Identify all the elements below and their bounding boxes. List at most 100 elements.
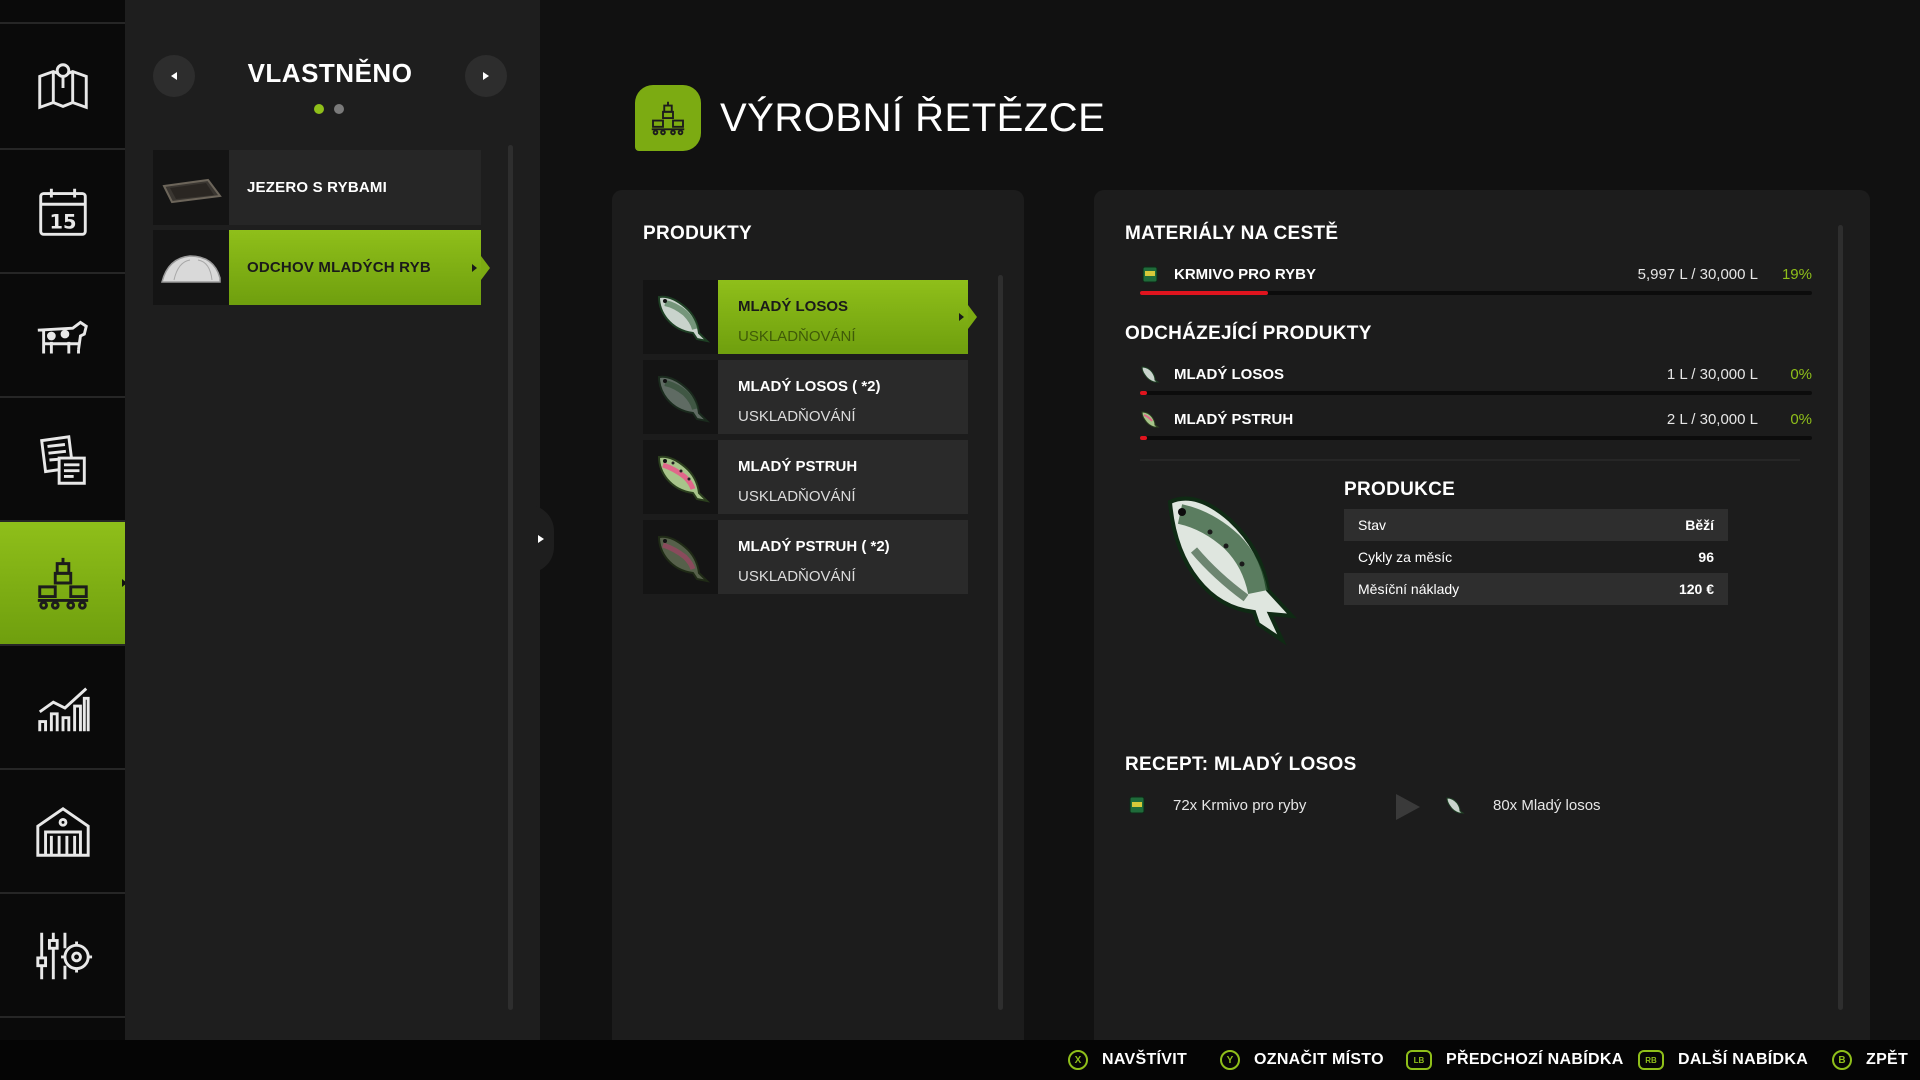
product-state: USKLADŇOVÁNÍ [738, 408, 856, 425]
fish-food-icon [1142, 266, 1158, 283]
bar-fill [1140, 291, 1268, 295]
salmon-icon [1446, 797, 1465, 814]
nav-divider [0, 396, 125, 398]
stat-row-cycles: Cykly za měsíc 96 [1344, 541, 1728, 573]
gamepad-lb-icon: LB [1406, 1050, 1432, 1070]
recipe-output: 80x Mladý losos [1493, 797, 1601, 814]
nav-item-statistics[interactable] [0, 647, 125, 769]
stat-value: Běží [1685, 517, 1714, 533]
triangle-right-icon [483, 72, 489, 80]
nav-item-buildings[interactable] [0, 771, 125, 893]
product-thumbnail [643, 520, 718, 594]
nav-divider [0, 272, 125, 274]
list-item-fish-lake[interactable]: JEZERO S RYBAMI [153, 150, 481, 225]
young-salmon-icon [1167, 496, 1297, 646]
outgoing-name: MLADÝ PSTRUH [1174, 411, 1294, 428]
nav-divider [0, 1016, 125, 1018]
hint-next-menu[interactable]: RB DALŠÍ NABÍDKA [1638, 1050, 1808, 1070]
calendar-icon: 15 [38, 188, 87, 236]
nav-item-contracts[interactable] [0, 399, 125, 521]
material-percent: 19% [1781, 266, 1812, 283]
contracts-icon [39, 435, 86, 485]
triangle-left-icon [171, 72, 177, 80]
nav-divider [0, 148, 125, 150]
outgoing-amount: 1 L / 30,000 L [1666, 366, 1758, 383]
product-thumbnail [643, 280, 718, 354]
salmon-icon [657, 375, 710, 423]
outgoing-row: MLADÝ LOSOS 1 L / 30,000 L 0% [1140, 364, 1812, 395]
hint-visit[interactable]: X NAVŠTÍVIT [1068, 1050, 1187, 1070]
hint-previous-menu[interactable]: LB PŘEDCHOZÍ NABÍDKA [1406, 1050, 1624, 1070]
product-item[interactable]: MLADÝ LOSOS USKLADŇOVÁNÍ [643, 280, 977, 354]
nav-item-settings[interactable] [0, 895, 125, 1017]
trout-icon [657, 535, 710, 583]
list-filter-title: VLASTNĚNO [247, 58, 413, 88]
list-item-young-fish-breeding[interactable]: ODCHOV MLADÝCH RYB [153, 230, 490, 305]
hint-label: NAVŠTÍVIT [1102, 1051, 1188, 1068]
material-row: KRMIVO PRO RYBY 5,997 L / 30,000 L 19% [1140, 264, 1812, 295]
nav-item-map[interactable] [0, 27, 125, 149]
product-item[interactable]: MLADÝ PSTRUH USKLADŇOVÁNÍ [643, 440, 968, 514]
product-name: MLADÝ LOSOS ( *2) [738, 378, 881, 395]
settings-icon [35, 932, 92, 980]
page-indicator [314, 104, 344, 114]
nav-divider [0, 644, 125, 646]
hint-back[interactable]: B ZPĚT [1832, 1050, 1908, 1070]
fish-food-icon [1129, 796, 1145, 814]
nav-item-animals[interactable] [0, 275, 125, 397]
outgoing-percent: 0% [1790, 411, 1812, 428]
page-dot-2[interactable] [334, 104, 344, 114]
stat-value: 96 [1698, 549, 1714, 565]
outgoing-fill-bar [1140, 391, 1812, 395]
hint-label: PŘEDCHOZÍ NABÍDKA [1446, 1051, 1624, 1068]
page-title: VÝROBNÍ ŘETĚZCE [720, 96, 1106, 140]
recipe-title: RECEPT: MLADÝ LOSOS [1125, 754, 1357, 775]
product-thumbnail [643, 440, 718, 514]
gamepad-b-icon: B [1832, 1050, 1852, 1070]
list-item-label: ODCHOV MLADÝCH RYB [247, 259, 431, 276]
pager-next-button[interactable] [465, 55, 507, 97]
product-name: MLADÝ PSTRUH [738, 458, 858, 475]
nav-divider [0, 22, 125, 24]
salmon-icon [657, 295, 710, 343]
play-arrow-icon [1396, 794, 1420, 820]
input-hint-bar: X NAVŠTÍVIT Y OZNAČIT MÍSTO LB PŘEDCHOZÍ… [0, 1040, 1920, 1080]
nav-item-production[interactable] [0, 522, 135, 644]
page-dot-1[interactable] [314, 104, 324, 114]
material-fill-bar [1140, 291, 1812, 295]
svg-text:15: 15 [49, 210, 76, 233]
trout-icon [1141, 411, 1160, 428]
material-amount: 5,997 L / 30,000 L [1637, 266, 1758, 283]
hint-mark-location[interactable]: Y OZNAČIT MÍSTO [1220, 1050, 1384, 1070]
gamepad-rb-icon: RB [1638, 1050, 1664, 1070]
recipe-row: 72x Krmivo pro ryby 80x Mladý losos [1125, 792, 1625, 822]
outgoing-percent: 0% [1790, 366, 1812, 383]
stat-row-status: Stav Běží [1344, 509, 1728, 541]
details-scrollbar[interactable] [1838, 225, 1843, 1010]
active-arrow [959, 313, 964, 321]
fish-breeding-thumbnail [153, 230, 229, 305]
pager-prev-button[interactable] [153, 55, 195, 97]
list-scrollbar[interactable] [508, 145, 513, 1010]
product-item[interactable]: MLADÝ PSTRUH ( *2) USKLADŇOVÁNÍ [643, 520, 968, 594]
stat-value: 120 € [1678, 581, 1714, 597]
trout-icon [657, 455, 710, 503]
gamepad-x-icon: X [1068, 1050, 1088, 1070]
nav-item-calendar[interactable]: 15 [0, 151, 125, 273]
fish-lake-thumbnail [153, 150, 229, 225]
product-name: MLADÝ LOSOS [738, 298, 849, 315]
outgoing-fill-bar [1140, 436, 1812, 440]
product-item[interactable]: MLADÝ LOSOS ( *2) USKLADŇOVÁNÍ [643, 360, 968, 434]
recipe-input: 72x Krmivo pro ryby [1173, 797, 1307, 814]
product-state: USKLADŇOVÁNÍ [738, 488, 856, 505]
production-chains-screen: 15 VLASTNĚNO JEZERO S RYBAMI ODCHOV MLAD… [0, 0, 1920, 1080]
statistics-icon [37, 687, 90, 732]
production-title: PRODUKCE [1344, 479, 1456, 500]
collapse-panel-toggle[interactable] [528, 505, 554, 573]
section-divider [1140, 459, 1800, 461]
hint-label: DALŠÍ NABÍDKA [1678, 1051, 1809, 1068]
salmon-icon [1141, 366, 1160, 383]
products-title: PRODUKTY [643, 223, 753, 244]
production-stats-table: Stav Běží Cykly za měsíc 96 Měsíční nákl… [1344, 509, 1728, 605]
products-scrollbar[interactable] [998, 275, 1003, 1010]
